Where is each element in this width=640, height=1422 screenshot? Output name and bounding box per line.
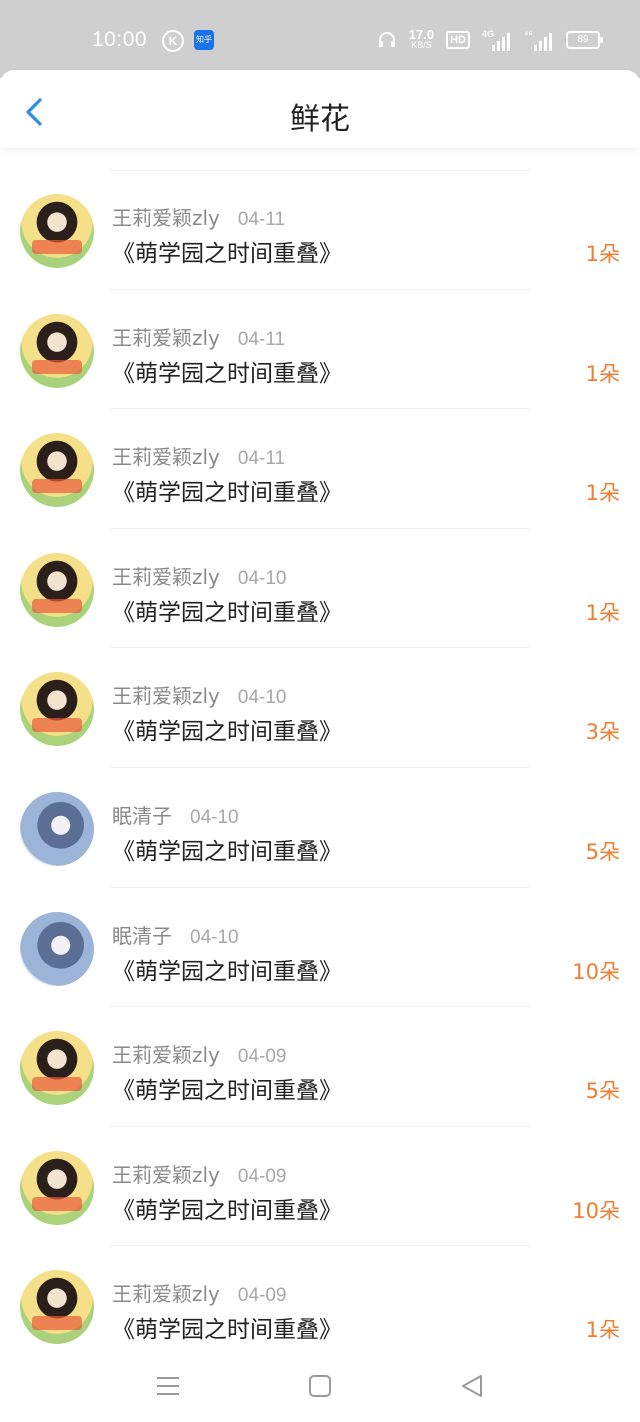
sender-name[interactable]: 眠清子 xyxy=(112,924,172,948)
book-title[interactable]: 《萌学园之时间重叠》 xyxy=(112,593,342,627)
record-date: 04-09 xyxy=(237,1046,287,1068)
flower-count: 1朵 xyxy=(585,600,620,625)
page-header: 鲜花 xyxy=(0,70,640,148)
book-title[interactable]: 《萌学园之时间重叠》 xyxy=(112,473,342,507)
network-speed: 17.0 KB/S xyxy=(408,27,435,51)
record-date: 04-09 xyxy=(237,1285,287,1307)
sender-name[interactable]: 王莉爱颖zly xyxy=(112,565,220,589)
avatar[interactable] xyxy=(20,1270,94,1345)
sender-name[interactable]: 王莉爱颖zly xyxy=(112,206,220,230)
nav-home-button[interactable] xyxy=(304,1370,336,1402)
back-triangle-icon xyxy=(462,1375,482,1397)
flower-record-row[interactable]: 王莉爱颖zly 04-11 《萌学园之时间重叠》 1朵 xyxy=(0,170,640,290)
signal-sim2-label: ⁴⁶ xyxy=(524,29,533,39)
sender-name[interactable]: 王莉爱颖zly xyxy=(112,1163,220,1187)
signal-icon-sim1: 4G xyxy=(482,29,512,51)
book-title[interactable]: 《萌学园之时间重叠》 xyxy=(112,234,342,268)
avatar[interactable] xyxy=(20,194,94,268)
flower-record-row[interactable]: 王莉爱颖zly 04-09 《萌学园之时间重叠》 10朵 xyxy=(0,1127,640,1247)
record-meta: 王莉爱颖zly 04-11 xyxy=(112,322,285,351)
record-meta: 王莉爱颖zly 04-11 xyxy=(112,202,285,231)
record-meta: 眠清子 04-10 xyxy=(112,920,239,949)
flower-count: 10朵 xyxy=(572,1198,620,1223)
avatar[interactable] xyxy=(20,313,94,388)
flower-count: 10朵 xyxy=(572,959,620,984)
sender-name[interactable]: 眠清子 xyxy=(112,804,172,828)
menu-icon xyxy=(157,1377,179,1395)
avatar[interactable] xyxy=(20,433,94,508)
hd-voice-icon: HD xyxy=(446,31,470,49)
book-title[interactable]: 《萌学园之时间重叠》 xyxy=(112,712,342,746)
sender-name[interactable]: 王莉爱颖zly xyxy=(112,1043,220,1067)
record-date: 04-10 xyxy=(190,806,239,828)
sender-name[interactable]: 王莉爱颖zly xyxy=(112,684,220,708)
home-square-icon xyxy=(309,1375,331,1397)
flower-record-row[interactable]: 王莉爱颖zly 04-09 《萌学园之时间重叠》 1朵 xyxy=(0,1246,640,1366)
nav-menu-button[interactable] xyxy=(152,1370,184,1402)
avatar[interactable] xyxy=(20,911,94,986)
record-date: 04-10 xyxy=(190,926,239,948)
sender-name[interactable]: 王莉爱颖zly xyxy=(112,326,220,350)
sender-name[interactable]: 王莉爱颖zly xyxy=(112,445,220,469)
record-meta: 王莉爱颖zly 04-09 xyxy=(112,1039,287,1068)
record-meta: 王莉爱颖zly 04-10 xyxy=(112,680,287,709)
record-meta: 王莉爱颖zly 04-09 xyxy=(112,1159,287,1188)
flower-record-row[interactable]: 王莉爱颖zly 04-09 《萌学园之时间重叠》 5朵 xyxy=(0,1007,640,1127)
record-meta: 王莉爱颖zly 04-10 xyxy=(112,561,287,590)
avatar[interactable] xyxy=(20,552,94,627)
record-date: 04-11 xyxy=(237,448,286,470)
status-bar: 10:00 K 知乎 17.0 KB/S HD 4G ⁴⁶ 89 xyxy=(0,0,640,78)
flower-count: 1朵 xyxy=(585,1318,620,1343)
record-date: 04-10 xyxy=(237,687,287,709)
page-title: 鲜花 xyxy=(290,102,350,137)
flower-record-list: 王莉爱颖zly 04-11 《萌学园之时间重叠》 1朵 王莉爱颖zly 04-11 《萌学园… xyxy=(0,170,640,1366)
record-date: 04-09 xyxy=(237,1165,287,1187)
system-nav-bar xyxy=(0,1352,640,1422)
signal-icon-sim2: ⁴⁶ xyxy=(524,29,554,51)
flower-count: 1朵 xyxy=(585,361,620,386)
zhihu-app-icon: 知乎 xyxy=(194,30,214,50)
flower-record-row[interactable]: 眠清子 04-10 《萌学园之时间重叠》 5朵 xyxy=(0,768,640,888)
sender-name[interactable]: 王莉爱颖zly xyxy=(112,1282,220,1306)
avatar[interactable] xyxy=(20,791,94,866)
book-title[interactable]: 《萌学园之时间重叠》 xyxy=(112,1310,342,1344)
record-date: 04-10 xyxy=(237,567,287,589)
k-app-icon: K xyxy=(162,30,184,52)
nav-back-button[interactable] xyxy=(456,1370,488,1402)
book-title[interactable]: 《萌学园之时间重叠》 xyxy=(112,1191,342,1225)
flower-count: 5朵 xyxy=(585,839,620,864)
flower-record-row[interactable]: 王莉爱颖zly 04-10 《萌学园之时间重叠》 1朵 xyxy=(0,529,640,649)
status-indicators: 17.0 KB/S HD 4G ⁴⁶ 89 xyxy=(377,26,603,54)
book-title[interactable]: 《萌学园之时间重叠》 xyxy=(112,354,342,388)
flower-record-row[interactable]: 王莉爱颖zly 04-10 《萌学园之时间重叠》 3朵 xyxy=(0,648,640,768)
network-speed-value: 17.0 xyxy=(408,27,435,42)
flower-count: 1朵 xyxy=(585,242,620,266)
avatar[interactable] xyxy=(20,1150,94,1225)
record-date: 04-11 xyxy=(237,209,286,230)
avatar[interactable] xyxy=(20,672,94,747)
book-title[interactable]: 《萌学园之时间重叠》 xyxy=(112,832,342,866)
status-time: 10:00 xyxy=(92,28,148,51)
book-title[interactable]: 《萌学园之时间重叠》 xyxy=(112,1071,342,1105)
battery-icon: 89 xyxy=(566,31,603,49)
flower-record-row[interactable]: 王莉爱颖zly 04-11 《萌学园之时间重叠》 1朵 xyxy=(0,290,640,410)
record-meta: 王莉爱颖zly 04-11 xyxy=(112,441,285,470)
flower-record-row[interactable]: 眠清子 04-10 《萌学园之时间重叠》 10朵 xyxy=(0,888,640,1008)
avatar[interactable] xyxy=(20,1031,94,1106)
headphones-icon xyxy=(378,32,395,47)
flower-count: 1朵 xyxy=(585,481,620,506)
record-date: 04-11 xyxy=(237,328,286,350)
book-title[interactable]: 《萌学园之时间重叠》 xyxy=(112,952,342,986)
network-speed-unit: KB/S xyxy=(411,40,432,50)
record-meta: 眠清子 04-10 xyxy=(112,800,239,829)
flower-count: 5朵 xyxy=(585,1079,620,1104)
record-meta: 王莉爱颖zly 04-09 xyxy=(112,1278,287,1307)
flower-record-row[interactable]: 王莉爱颖zly 04-11 《萌学园之时间重叠》 1朵 xyxy=(0,409,640,529)
flower-count: 3朵 xyxy=(585,720,620,745)
